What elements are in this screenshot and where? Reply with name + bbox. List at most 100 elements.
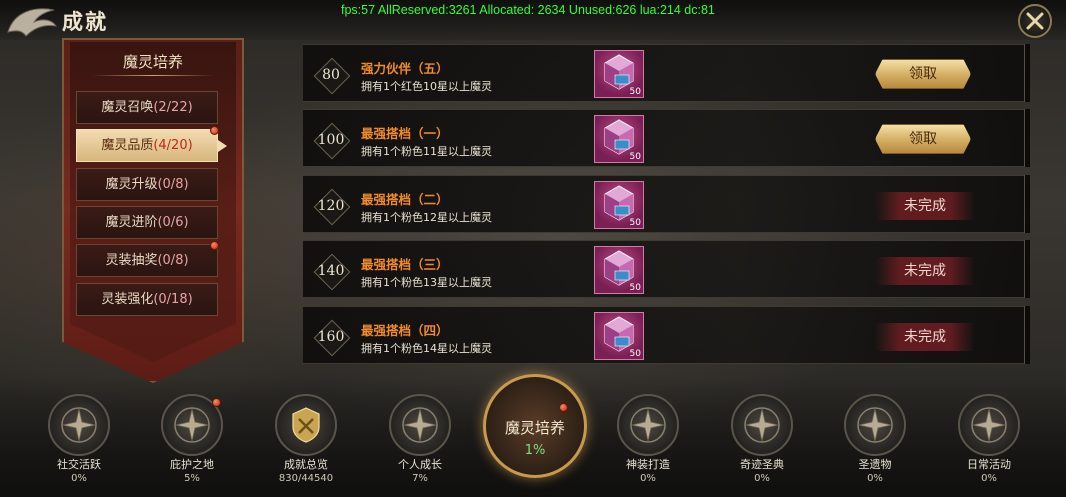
close-button[interactable] <box>1018 4 1052 38</box>
reward-count: 50 <box>629 349 641 359</box>
task-row: 140 最强搭档（三） 拥有1个粉色13星以上魔灵 50 未完成 <box>303 240 1030 298</box>
task-row-cap <box>1024 240 1030 298</box>
task-row: 80 强力伙伴（五） 拥有1个红色10星以上魔灵 50 领取 <box>303 44 1030 102</box>
reward-item[interactable]: 50 <box>594 312 644 360</box>
category-item-name: 魔灵召唤 <box>101 100 154 115</box>
task-description: 拥有1个粉色13星以上魔灵 <box>361 276 492 289</box>
category-item-name: 灵装强化 <box>101 292 154 307</box>
category-item-name: 魔灵升级 <box>105 177 158 192</box>
center-nav-label: 魔灵培养 <box>504 419 565 437</box>
nav-item-badge <box>48 394 110 456</box>
nav-item-progress: 0% <box>754 473 770 484</box>
nav-item-progress: 830/44540 <box>278 473 334 484</box>
center-nav-progress: 1% <box>524 443 546 458</box>
nav-item-progress: 0% <box>71 473 87 484</box>
category-item-1[interactable]: 魔灵品质(4/20) <box>76 126 227 162</box>
reward-item[interactable]: 50 <box>594 115 644 163</box>
category-item-0[interactable]: 魔灵召唤(2/22) <box>76 91 218 124</box>
notice-dot <box>212 398 221 407</box>
task-name: 最强搭档（二） <box>361 192 449 207</box>
reward-count: 50 <box>629 152 641 162</box>
nav-item-0[interactable]: 社交活跃 0% <box>39 394 119 485</box>
nav-item-7[interactable]: 日常活动 0% <box>949 394 1029 485</box>
reward-count: 50 <box>629 218 641 228</box>
nav-item-2[interactable]: 成就总览 830/44540 <box>266 394 346 485</box>
nav-item-label: 成就总览 <box>284 458 328 471</box>
nav-item-1[interactable]: 庇护之地 5% <box>152 394 232 485</box>
category-item-5[interactable]: 灵装强化(0/18) <box>76 283 218 316</box>
category-item-name: 灵装抽奖 <box>105 253 158 268</box>
nav-item-badge <box>161 394 223 456</box>
nav-item-badge <box>844 394 906 456</box>
reward-count: 50 <box>629 283 641 293</box>
task-points: 100 <box>313 122 349 158</box>
reward-item[interactable]: 50 <box>594 181 644 229</box>
center-nav-button[interactable]: 魔灵培养 1% <box>483 374 587 478</box>
category-item-2[interactable]: 魔灵升级(0/8) <box>76 168 218 201</box>
category-item-count: (4/20) <box>153 138 193 153</box>
nav-item-progress: 5% <box>184 473 200 484</box>
reward-item[interactable]: 50 <box>594 246 644 294</box>
nav-item-5[interactable]: 奇迹圣典 0% <box>722 394 802 485</box>
nav-item-progress: 0% <box>981 473 997 484</box>
task-row: 120 最强搭档（二） 拥有1个粉色12星以上魔灵 50 未完成 <box>303 175 1030 233</box>
category-item-count: (2/22) <box>153 100 193 115</box>
nav-item-label: 日常活动 <box>967 458 1011 471</box>
notice-dot <box>559 403 568 412</box>
reward-count: 50 <box>629 87 641 97</box>
task-description: 拥有1个粉色12星以上魔灵 <box>361 211 492 224</box>
nav-item-label: 个人成长 <box>398 458 442 471</box>
category-item-name: 魔灵进阶 <box>105 215 158 230</box>
notice-dot <box>210 126 219 135</box>
task-name: 强力伙伴（五） <box>361 61 449 76</box>
task-points-value: 160 <box>317 329 345 345</box>
task-row: 160 最强搭档（四） 拥有1个粉色14星以上魔灵 50 未完成 <box>303 306 1030 364</box>
nav-item-label: 庇护之地 <box>170 458 214 471</box>
task-row-cap <box>1024 44 1030 102</box>
nav-item-badge <box>958 394 1020 456</box>
task-points: 120 <box>313 188 349 224</box>
nav-item-3[interactable]: 个人成长 7% <box>380 394 460 485</box>
category-item-name: 魔灵品质 <box>101 138 154 153</box>
nav-item-label: 社交活跃 <box>57 458 101 471</box>
task-row-cap <box>1024 109 1030 167</box>
nav-item-progress: 7% <box>412 473 428 484</box>
nav-item-label: 圣遗物 <box>858 458 892 471</box>
debug-stats: fps:57 AllReserved:3261 Allocated: 2634 … <box>341 3 715 17</box>
category-item-count: (0/8) <box>157 253 189 268</box>
task-name: 最强搭档（四） <box>361 323 449 338</box>
task-name: 最强搭档（三） <box>361 257 449 272</box>
page-title: 成就 <box>62 9 108 34</box>
category-item-count: (0/8) <box>157 177 189 192</box>
nav-item-badge <box>389 394 451 456</box>
category-item-3[interactable]: 魔灵进阶(0/6) <box>76 206 218 239</box>
nav-item-label: 奇迹圣典 <box>740 458 784 471</box>
dragon-emblem-icon <box>7 8 58 37</box>
claim-button[interactable]: 领取 <box>875 59 971 89</box>
task-points-value: 120 <box>317 198 345 214</box>
nav-item-badge <box>731 394 793 456</box>
nav-item-4[interactable]: 神装打造 0% <box>608 394 688 485</box>
task-points: 140 <box>313 253 349 289</box>
task-points: 160 <box>313 319 349 355</box>
task-description: 拥有1个粉色11星以上魔灵 <box>361 145 492 158</box>
nav-item-progress: 0% <box>640 473 656 484</box>
task-description: 拥有1个粉色14星以上魔灵 <box>361 342 492 355</box>
nav-item-label: 神装打造 <box>626 458 670 471</box>
task-row-cap <box>1024 175 1030 233</box>
task-row: 100 最强搭档（一） 拥有1个粉色11星以上魔灵 50 领取 <box>303 109 1030 167</box>
nav-item-badge <box>617 394 679 456</box>
task-name: 最强搭档（一） <box>361 126 449 141</box>
notice-dot <box>210 241 219 250</box>
top-bar: 成就 fps:57 AllReserved:3261 Allocated: 26… <box>0 0 1066 40</box>
close-icon <box>1026 12 1044 30</box>
incomplete-badge: 未完成 <box>875 323 975 351</box>
claim-button[interactable]: 领取 <box>875 124 971 154</box>
reward-item[interactable]: 50 <box>594 50 644 98</box>
task-points-value: 80 <box>322 67 340 83</box>
nav-item-6[interactable]: 圣遗物 0% <box>835 394 915 485</box>
nav-item-progress: 0% <box>867 473 883 484</box>
task-points: 80 <box>313 57 349 93</box>
category-item-count: (0/6) <box>157 215 189 230</box>
category-item-4[interactable]: 灵装抽奖(0/8) <box>76 241 219 277</box>
